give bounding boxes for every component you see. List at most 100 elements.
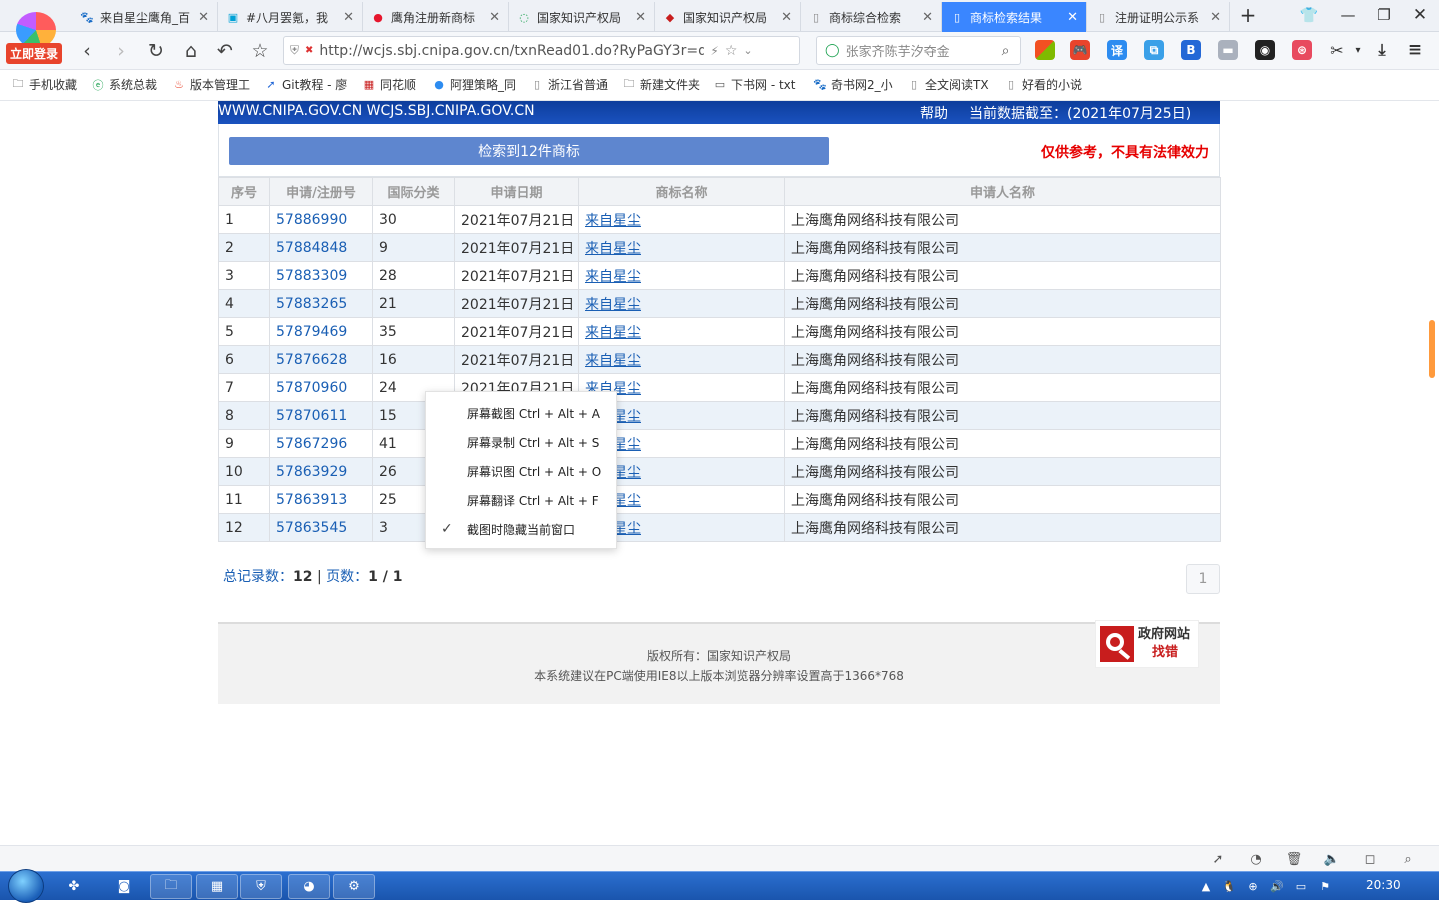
- red-plugin-icon[interactable]: ⊛: [1292, 40, 1312, 60]
- tab-1[interactable]: 🐾 来自星尘鹰角_百 ✕: [72, 2, 218, 32]
- trash-icon[interactable]: 🗑: [1285, 850, 1303, 868]
- screenshot-translate-icon[interactable]: ⧉: [1144, 40, 1164, 60]
- menu-item-record[interactable]: 屏幕录制 Ctrl + Alt + S: [426, 428, 616, 457]
- chevron-down-icon[interactable]: ▾: [1348, 40, 1368, 60]
- bookmark-7[interactable]: ▯ 浙江省普通: [530, 76, 609, 93]
- close-icon[interactable]: ✕: [635, 10, 646, 25]
- cell-reg-no-link[interactable]: 57884848: [276, 240, 347, 256]
- refresh-icon[interactable]: ↻: [143, 38, 169, 64]
- window-icon[interactable]: ◻: [1361, 850, 1379, 868]
- cell-reg-no-link[interactable]: 57886990: [276, 212, 347, 228]
- volume-icon[interactable]: 🔈: [1323, 850, 1341, 868]
- start-button[interactable]: [8, 869, 44, 903]
- close-icon[interactable]: ✕: [922, 10, 933, 25]
- bookmark-6[interactable]: ● 阿狸策略_同: [432, 76, 515, 93]
- close-icon[interactable]: ✕: [343, 10, 354, 25]
- menu-icon[interactable]: ≡: [1405, 40, 1425, 60]
- page-1-button[interactable]: 1: [1186, 564, 1220, 594]
- plus-tray-icon[interactable]: ⊕: [1245, 878, 1261, 894]
- cell-reg-no-link[interactable]: 57870960: [276, 380, 347, 396]
- download-icon[interactable]: ⤓: [1372, 40, 1392, 60]
- pinwheel-icon[interactable]: ✤: [53, 874, 95, 899]
- b-icon[interactable]: B: [1181, 40, 1201, 60]
- forward-icon[interactable]: ›: [108, 38, 134, 64]
- bookmark-9[interactable]: ▭ 下书网 - txt: [713, 76, 797, 93]
- bookmark-star-icon[interactable]: ☆: [725, 43, 738, 59]
- help-link[interactable]: 帮助: [920, 103, 948, 123]
- apps-task-icon[interactable]: ▦: [196, 874, 238, 899]
- cell-reg-no-link[interactable]: 57863929: [276, 464, 347, 480]
- close-icon[interactable]: ✕: [781, 10, 792, 25]
- bookmark-1[interactable]: 🗀 手机收藏: [11, 76, 85, 93]
- cell-reg-no-link[interactable]: 57879469: [276, 324, 347, 340]
- menu-item-translate[interactable]: 屏幕翻译 Ctrl + Alt + F: [426, 486, 616, 515]
- bookmark-5[interactable]: ▦ 同花顺: [362, 76, 422, 93]
- restore-icon[interactable]: ❐: [1372, 4, 1396, 26]
- url-text[interactable]: http://wcjs.sbj.cnipa.gov.cn/txnRead01.d…: [319, 43, 704, 59]
- bookmark-3[interactable]: ♨ 版本管理工: [172, 76, 252, 93]
- tab-8[interactable]: ▯ 注册证明公示系 ✕: [1087, 2, 1230, 32]
- browser-task-icon[interactable]: ◕: [288, 874, 330, 899]
- volume-tray-icon[interactable]: 🔊: [1269, 878, 1285, 894]
- search-input[interactable]: 张家齐陈芋汐夺金: [846, 41, 996, 60]
- lightning-icon[interactable]: ⚡: [710, 44, 718, 58]
- gov-site-error-badge[interactable]: 政府网站 找错: [1095, 620, 1199, 668]
- cell-trademark-link[interactable]: 来自星尘: [585, 353, 641, 369]
- tab-5[interactable]: ◆ 国家知识产权局 ✕: [655, 2, 801, 32]
- back-icon[interactable]: ‹: [74, 38, 100, 64]
- explorer-icon[interactable]: 🗀: [150, 874, 192, 899]
- search-box[interactable]: ◯ 张家齐陈芋汐夺金 ⌕: [816, 36, 1021, 65]
- menu-item-recognize[interactable]: 屏幕识图 Ctrl + Alt + O: [426, 457, 616, 486]
- apps-icon[interactable]: [1035, 40, 1055, 60]
- close-window-icon[interactable]: ✕: [1408, 4, 1432, 26]
- cell-reg-no-link[interactable]: 57863545: [276, 520, 347, 536]
- undo-icon[interactable]: ↶: [212, 38, 238, 64]
- plugin-icon[interactable]: ▬: [1218, 40, 1238, 60]
- shield-task-icon[interactable]: ⛨: [240, 874, 282, 899]
- cell-trademark-link[interactable]: 来自星尘: [585, 297, 641, 313]
- result-count-button[interactable]: 检索到12件商标: [229, 137, 829, 165]
- minimize-icon[interactable]: —: [1336, 4, 1360, 26]
- search-icon[interactable]: ⌕: [1002, 43, 1010, 59]
- tab-4[interactable]: ◌ 国家知识产权局 ✕: [509, 2, 655, 32]
- cell-trademark-link[interactable]: 来自星尘: [585, 269, 641, 285]
- game-icon[interactable]: 🎮: [1070, 40, 1090, 60]
- bookmark-8[interactable]: 🗀 新建文件夹: [622, 76, 702, 93]
- cell-trademark-link[interactable]: 来自星尘: [585, 325, 641, 341]
- menu-item-hide-window[interactable]: ✓ 截图时隐藏当前窗口: [426, 515, 616, 544]
- scissors-icon[interactable]: ✂: [1327, 40, 1347, 60]
- media-icon[interactable]: ◙: [103, 874, 145, 899]
- chevron-down-icon[interactable]: ⌄: [743, 44, 752, 57]
- cell-reg-no-link[interactable]: 57867296: [276, 436, 347, 452]
- speed-icon[interactable]: ◔: [1247, 850, 1265, 868]
- menu-item-screenshot[interactable]: 屏幕截图 Ctrl + Alt + A: [426, 399, 616, 428]
- bookmark-11[interactable]: ▯ 全文阅读TX: [907, 76, 990, 93]
- browser-logo[interactable]: 立即登录: [4, 2, 63, 64]
- zoom-icon[interactable]: ⌕: [1399, 850, 1417, 868]
- cell-reg-no-link[interactable]: 57863913: [276, 492, 347, 508]
- cell-reg-no-link[interactable]: 57870611: [276, 408, 347, 424]
- rocket-icon[interactable]: ➚: [1209, 850, 1227, 868]
- home-icon[interactable]: ⌂: [178, 38, 204, 64]
- cell-reg-no-link[interactable]: 57883309: [276, 268, 347, 284]
- glasses-icon[interactable]: ◉: [1255, 40, 1275, 60]
- close-icon[interactable]: ✕: [489, 10, 500, 25]
- tab-2[interactable]: ▣ #八月罢氪，我 ✕: [218, 2, 363, 32]
- shirt-icon[interactable]: 👕: [1297, 4, 1321, 26]
- network-icon[interactable]: ▭: [1293, 878, 1309, 894]
- qq-icon[interactable]: 🐧: [1221, 878, 1237, 894]
- bookmark-4[interactable]: ➚ Git教程 - 廖: [264, 76, 349, 93]
- new-tab-icon[interactable]: +: [1236, 3, 1260, 27]
- tab-6[interactable]: ▯ 商标综合检索 ✕: [801, 2, 942, 32]
- cell-trademark-link[interactable]: 来自星尘: [585, 213, 641, 229]
- close-icon[interactable]: ✕: [1067, 10, 1078, 25]
- tab-3[interactable]: ● 鹰角注册新商标 ✕: [363, 2, 509, 32]
- flag-icon[interactable]: ⚑: [1317, 878, 1333, 894]
- cell-reg-no-link[interactable]: 57876628: [276, 352, 347, 368]
- bookmark-10[interactable]: 🐾 奇书网2_小: [813, 76, 893, 93]
- tab-7-active[interactable]: ▯ 商标检索结果 ✕: [942, 2, 1087, 32]
- cell-trademark-link[interactable]: 来自星尘: [585, 241, 641, 257]
- cell-reg-no-link[interactable]: 57883265: [276, 296, 347, 312]
- star-icon[interactable]: ☆: [247, 38, 273, 64]
- close-icon[interactable]: ✕: [1210, 10, 1221, 25]
